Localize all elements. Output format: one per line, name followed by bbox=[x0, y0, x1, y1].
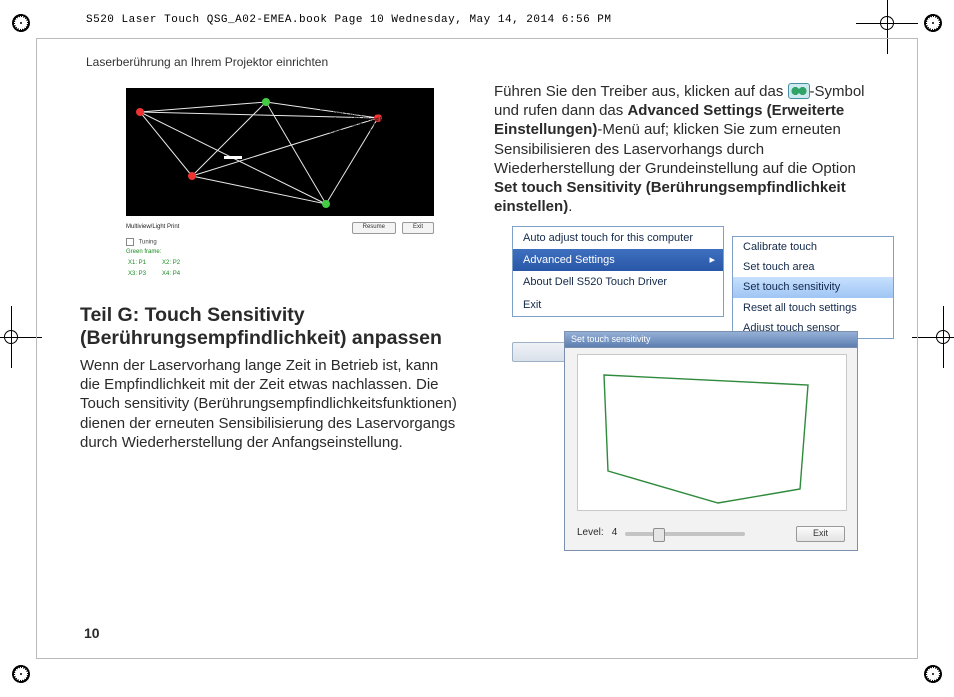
crop-mark-bottom-right bbox=[924, 665, 942, 683]
figure1-readouts: X1: P1 X2: P2 X3: P3 X4: P4 bbox=[126, 257, 196, 282]
right-column: Führen Sie den Treiber aus, klicken auf … bbox=[494, 82, 874, 551]
figure1-checkbox[interactable] bbox=[126, 238, 134, 246]
figure1-exit-button[interactable]: Exit bbox=[402, 222, 434, 234]
crop-mark-top-right bbox=[924, 14, 942, 32]
crop-mark-top-left bbox=[12, 14, 30, 32]
submenu-set-sensitivity[interactable]: Set touch sensitivity bbox=[733, 277, 893, 297]
menu-item-advanced[interactable]: Advanced Settings bbox=[513, 249, 723, 271]
sensitivity-level-label: Level: bbox=[577, 527, 604, 540]
sensitivity-polygon-icon bbox=[578, 355, 846, 510]
trim-line-top bbox=[36, 38, 918, 39]
driver-steps-paragraph: Führen Sie den Treiber aus, klicken auf … bbox=[494, 82, 874, 216]
figure-wireframe-calibration: Step 1: Click on P1 then move the mouse … bbox=[126, 88, 434, 294]
submenu-set-area[interactable]: Set touch area bbox=[733, 257, 893, 277]
trim-line-right bbox=[917, 38, 918, 659]
figure-sensitivity-window: Set touch sensitivity Level: 4 Exit bbox=[564, 331, 858, 551]
figure1-resume-button[interactable]: Resume bbox=[352, 222, 396, 234]
tray-main-menu: Auto adjust touch for this computer Adva… bbox=[512, 226, 724, 316]
figure-context-menu: Auto adjust touch for this computer Adva… bbox=[512, 226, 932, 316]
left-column: Step 1: Click on P1 then move the mouse … bbox=[80, 88, 460, 458]
figure1-group-label: Tuning bbox=[139, 239, 157, 245]
advanced-submenu: Calibrate touch Set touch area Set touch… bbox=[732, 236, 894, 338]
sensitivity-window-title: Set touch sensitivity bbox=[565, 332, 857, 349]
sensitivity-level-value: 4 bbox=[612, 527, 618, 540]
submenu-reset[interactable]: Reset all touch settings bbox=[733, 298, 893, 318]
registration-mark-top bbox=[876, 12, 898, 34]
sensitivity-exit-button[interactable]: Exit bbox=[796, 526, 845, 542]
menu-item-about[interactable]: About Dell S520 Touch Driver bbox=[513, 271, 723, 293]
crop-mark-bottom-left bbox=[12, 665, 30, 683]
section-header: Laserberührung an Ihrem Projektor einric… bbox=[86, 55, 328, 69]
registration-mark-right bbox=[932, 326, 954, 348]
registration-mark-left bbox=[0, 326, 22, 348]
submenu-calibrate[interactable]: Calibrate touch bbox=[733, 237, 893, 257]
section-g-heading: Teil G: Touch Sensitivity (Berührungsemp… bbox=[80, 304, 460, 350]
figure1-green-frame-label: Green frame: bbox=[126, 249, 434, 257]
sensitivity-slider[interactable] bbox=[625, 532, 745, 536]
page-number: 10 bbox=[84, 625, 100, 641]
sensitivity-canvas bbox=[577, 354, 847, 511]
menu-item-exit[interactable]: Exit bbox=[513, 294, 723, 316]
figure1-panel-title: Multiview/Light Print bbox=[126, 224, 179, 232]
book-header-line: S520 Laser Touch QSG_A02-EMEA.book Page … bbox=[86, 14, 611, 26]
menu-item-auto-adjust[interactable]: Auto adjust touch for this computer bbox=[513, 227, 723, 249]
trim-line-bottom bbox=[36, 658, 918, 659]
driver-tray-icon bbox=[788, 83, 810, 99]
figure1-instruction-text: Step 1: Click on P1 then move the mouse … bbox=[320, 90, 432, 134]
section-g-body: Wenn der Laservorhang lange Zeit in Betr… bbox=[80, 356, 460, 452]
trim-line-left bbox=[36, 38, 37, 659]
